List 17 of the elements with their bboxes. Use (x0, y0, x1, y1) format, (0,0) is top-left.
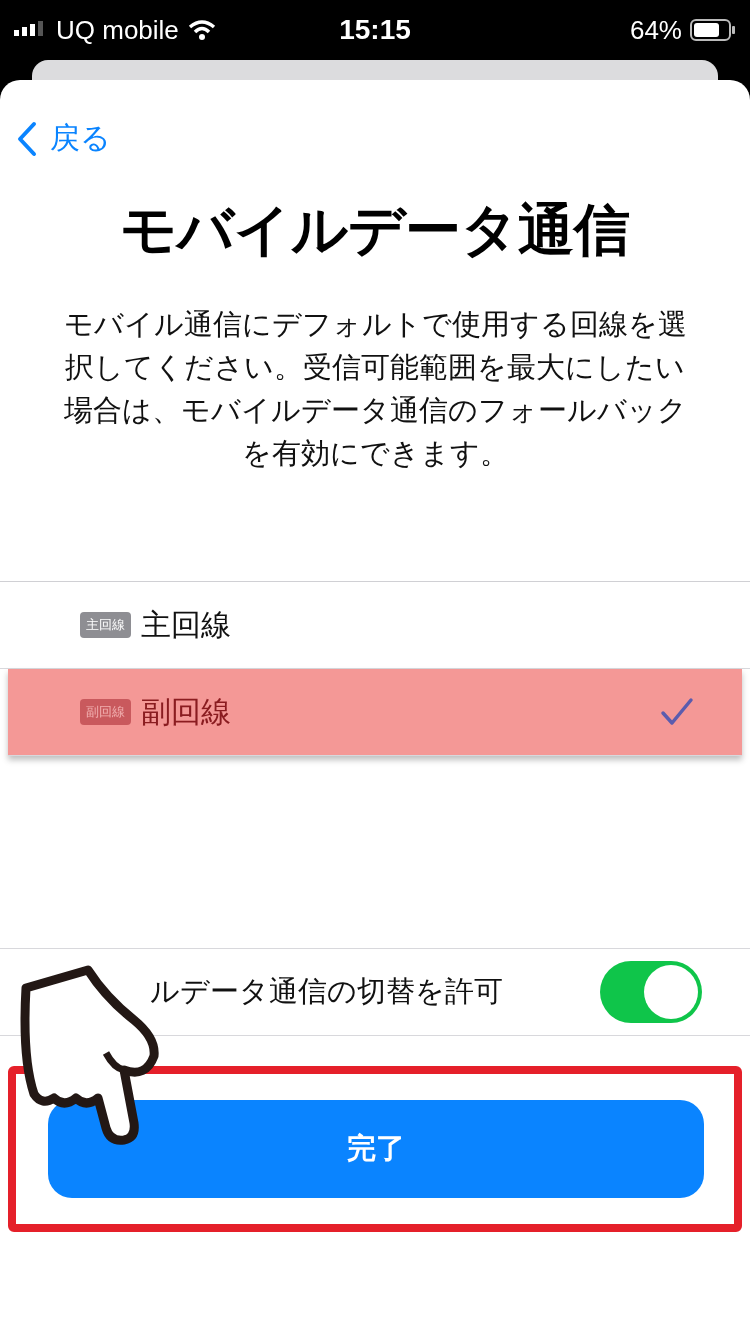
checkmark-icon (660, 697, 694, 727)
description-text: モバイル通信にデフォルトで使用する回線を選択してください。受信可能範囲を最大にしたい場合は、モバイルデータ通信のフォールバックを有効にできます。 (62, 306, 688, 472)
chevron-left-icon (16, 120, 38, 157)
line-option[interactable]: 副回線 副回線 (8, 669, 742, 756)
line-badge: 副回線 (80, 699, 131, 725)
line-label: 副回線 (141, 692, 232, 731)
line-badge: 主回線 (80, 612, 131, 638)
line-label: 主回線 (141, 605, 232, 644)
done-button[interactable]: 完了 (48, 1100, 704, 1198)
battery-percent: 64% (629, 14, 682, 46)
wifi-icon (186, 19, 217, 41)
page-title: モバイルデータ通信 (119, 196, 631, 264)
battery-icon (690, 19, 736, 41)
carrier-name: UQ mobile (56, 14, 179, 46)
clock-time: 15:15 (339, 14, 411, 46)
switch-label: ルデータ通信の切替を許可 (150, 973, 504, 1010)
back-button[interactable]: 戻る (16, 118, 111, 159)
